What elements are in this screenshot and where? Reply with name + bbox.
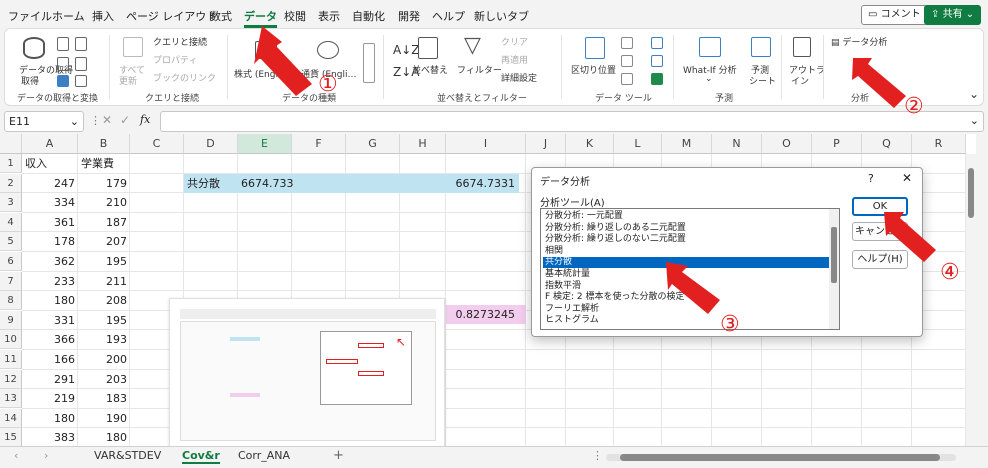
step-marker-3: ③ (720, 312, 740, 337)
red-arrow-2 (852, 58, 906, 108)
annotation-overlay (254, 26, 936, 314)
step-marker-2: ② (904, 94, 924, 119)
red-arrow-1 (254, 26, 312, 96)
step-marker-4: ④ (940, 260, 960, 285)
step-marker-1: ① (318, 72, 338, 97)
red-arrow-3 (666, 262, 720, 314)
red-arrow-4 (884, 212, 936, 262)
